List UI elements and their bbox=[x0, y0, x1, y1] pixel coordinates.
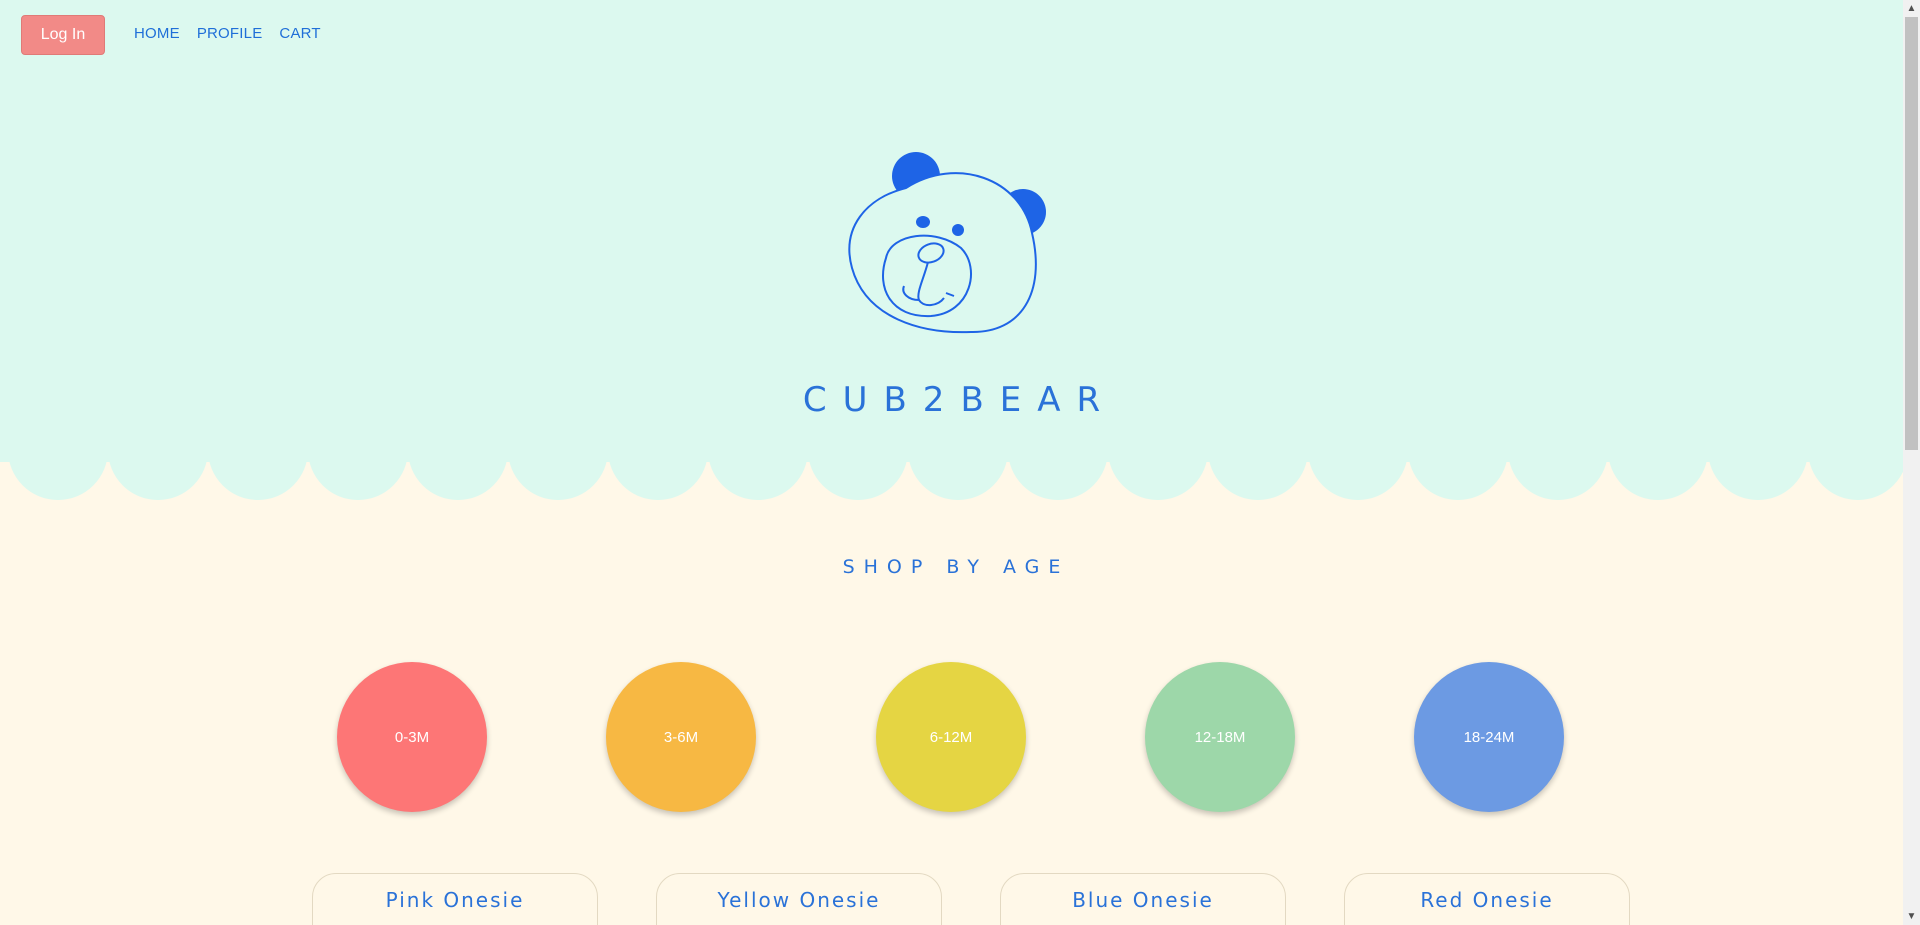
product-name: Pink Onesie bbox=[385, 888, 525, 912]
scroll-down-icon[interactable]: ▼ bbox=[1903, 908, 1920, 925]
scroll-up-icon[interactable]: ▲ bbox=[1903, 0, 1920, 17]
product-card-yellow-onesie[interactable]: Yellow Onesie bbox=[656, 873, 942, 925]
top-nav: HOME PROFILE CART bbox=[134, 25, 321, 42]
product-name: Yellow Onesie bbox=[717, 888, 881, 912]
product-name: Red Onesie bbox=[1420, 888, 1554, 912]
age-button-3-6m[interactable]: 3-6M bbox=[606, 662, 756, 812]
brand-title: CUB2BEAR bbox=[802, 380, 1117, 420]
age-button-6-12m[interactable]: 6-12M bbox=[876, 662, 1026, 812]
shop-by-age-title: SHOP BY AGE bbox=[842, 556, 1070, 578]
scrollbar-thumb[interactable] bbox=[1905, 17, 1918, 450]
product-name: Blue Onesie bbox=[1072, 888, 1214, 912]
nav-cart[interactable]: CART bbox=[279, 25, 320, 42]
age-button-18-24m[interactable]: 18-24M bbox=[1414, 662, 1564, 812]
nav-home[interactable]: HOME bbox=[134, 25, 180, 42]
login-button[interactable]: Log In bbox=[21, 15, 105, 55]
bear-face-icon bbox=[848, 152, 1046, 334]
age-button-0-3m[interactable]: 0-3M bbox=[337, 662, 487, 812]
age-button-12-18m[interactable]: 12-18M bbox=[1145, 662, 1295, 812]
nav-profile[interactable]: PROFILE bbox=[197, 25, 263, 42]
page: Log In HOME PROFILE CART CUB2BEAR SHOP B… bbox=[0, 0, 1903, 925]
product-card-red-onesie[interactable]: Red Onesie bbox=[1344, 873, 1630, 925]
product-card-pink-onesie[interactable]: Pink Onesie bbox=[312, 873, 598, 925]
product-card-blue-onesie[interactable]: Blue Onesie bbox=[1000, 873, 1286, 925]
